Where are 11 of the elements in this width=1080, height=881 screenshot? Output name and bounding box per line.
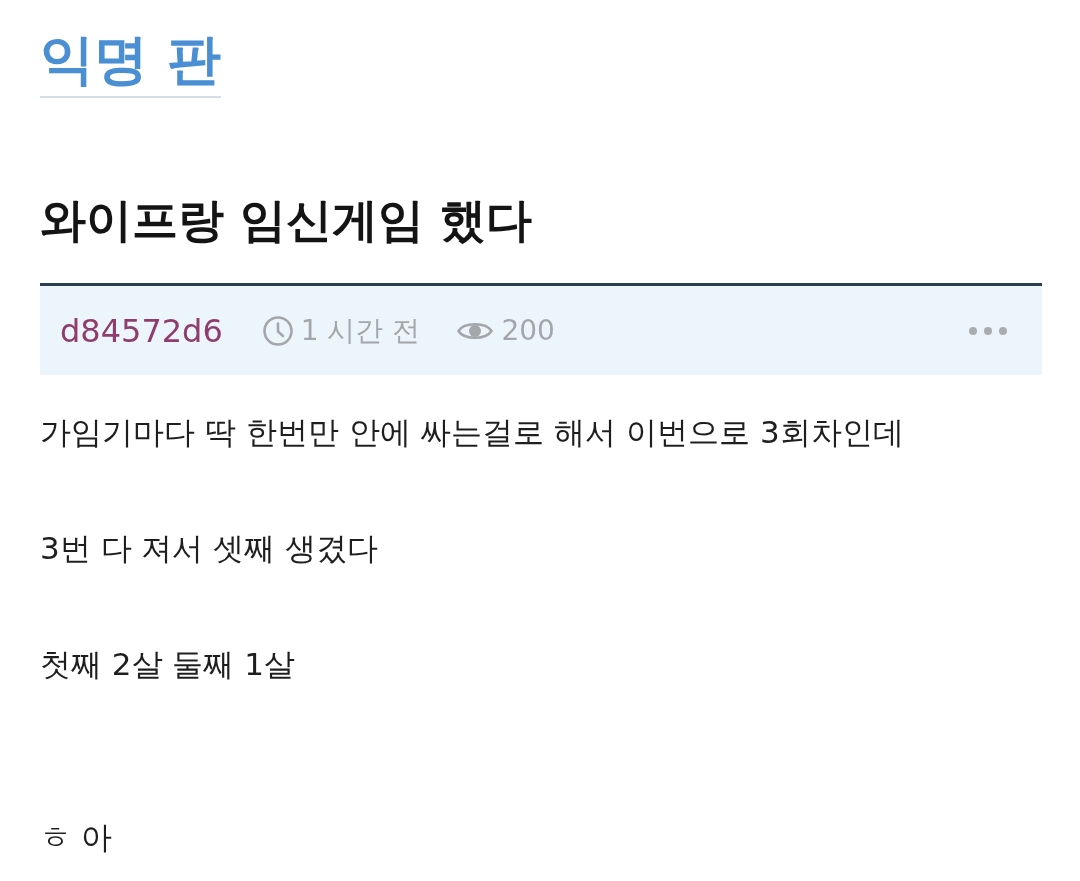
post-time: 1 시간 전: [300, 312, 421, 349]
post-title: 와이프랑 임신게임 했다: [40, 192, 534, 248]
post-paragraph: 가임기마다 딱 한번만 안에 싸는걸로 해서 이번으로 3회차인데: [40, 413, 905, 452]
author-name[interactable]: d84572d6: [60, 311, 223, 350]
board-title[interactable]: 익명 판: [40, 28, 221, 98]
view-count: 200: [501, 314, 555, 347]
post-paragraph: 첫째 2살 둘째 1살: [40, 645, 296, 684]
post-paragraph: 3번 다 져서 셋째 생겼다: [40, 529, 380, 568]
post-paragraph: ㅎ 아: [40, 818, 113, 857]
clock-icon: [262, 315, 293, 346]
more-options-button[interactable]: [968, 325, 1008, 336]
